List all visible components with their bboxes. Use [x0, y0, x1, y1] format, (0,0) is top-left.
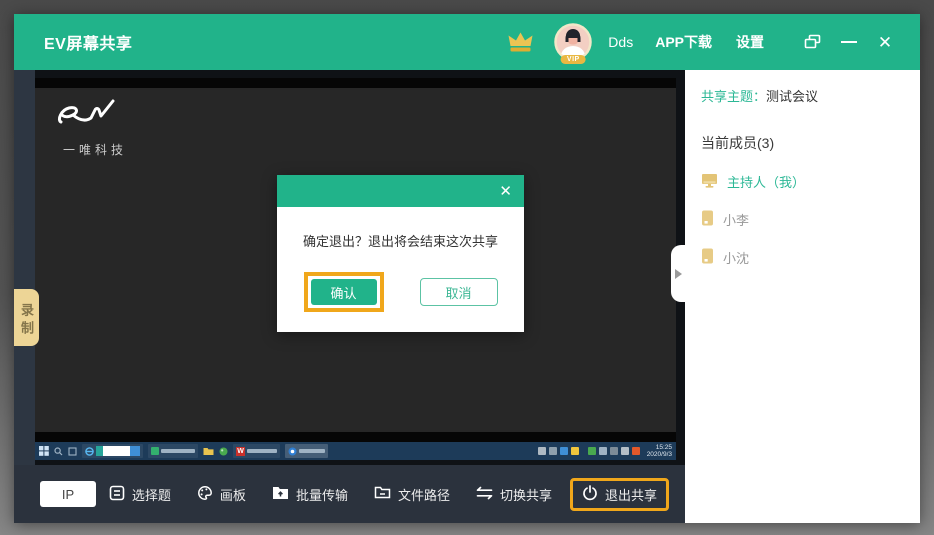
chevron-right-icon — [675, 269, 682, 279]
window-title-bar — [161, 449, 195, 453]
exit-confirm-dialog: ✕ 确定退出？退出将会结束这次共享 确认 取消 — [277, 175, 524, 332]
switch-share-icon — [476, 486, 493, 503]
user-avatar[interactable]: VIP — [554, 23, 592, 61]
share-topic-label: 共享主题： — [701, 89, 766, 104]
desktop-icon — [701, 173, 718, 191]
task-view-icon — [68, 447, 77, 456]
bottom-toolbar: IP 选择题 画板 — [14, 465, 685, 523]
titlebar-right-group: VIP Dds APP下载 设置 ✕ — [507, 23, 896, 61]
tray-icon — [610, 447, 618, 455]
member-row: 小沈 — [701, 248, 908, 267]
tray-icon — [632, 447, 640, 455]
quiz-icon — [109, 485, 125, 504]
wps-icon: W — [236, 447, 245, 456]
member-sidebar: 共享主题：测试会议 当前成员(3) 主持人（我） 小李 — [685, 70, 920, 523]
taskbar-wps-item: W — [233, 444, 280, 458]
taskbar-search-box — [96, 446, 140, 456]
dialog-message: 确定退出？退出将会结束这次共享 — [277, 231, 524, 250]
member-name: 小沈 — [723, 248, 749, 267]
username-label[interactable]: Dds — [608, 34, 633, 50]
title-bar: EV屏幕共享 — [14, 14, 920, 70]
tray-icon — [571, 447, 579, 455]
mobile-icon — [701, 248, 714, 267]
cancel-button[interactable]: 取消 — [420, 278, 498, 306]
windows-start-icon — [39, 446, 49, 456]
dialog-body: 确定退出？退出将会结束这次共享 确认 取消 — [277, 207, 524, 332]
ev-logo: 一唯科技 — [55, 96, 131, 158]
tray-icon — [560, 447, 568, 455]
member-name: 小李 — [723, 210, 749, 229]
tray-icon — [621, 447, 629, 455]
power-icon — [582, 485, 598, 504]
main-area: 一唯科技 — [14, 70, 685, 523]
ev-app-icon — [151, 447, 159, 455]
share-topic-row: 共享主题：测试会议 — [701, 86, 908, 105]
record-tab[interactable]: 录制 — [14, 289, 39, 346]
left-edge-strip — [14, 70, 35, 465]
taskbar-active-item — [285, 444, 328, 458]
system-tray: 15:25 2020/9/3 — [538, 444, 672, 458]
close-window-button[interactable]: ✕ — [874, 31, 896, 53]
tool-exit-share[interactable]: 退出共享 — [570, 478, 669, 511]
tool-batch-transfer[interactable]: 批量传输 — [264, 481, 356, 508]
confirm-button[interactable]: 确认 — [311, 279, 377, 305]
file-path-icon — [374, 485, 391, 503]
vip-badge: VIP — [561, 55, 586, 64]
restore-window-button[interactable] — [802, 31, 824, 53]
member-row: 小李 — [701, 210, 908, 229]
file-explorer-icon — [203, 447, 214, 456]
dialog-header: ✕ — [277, 175, 524, 207]
taskbar-ev-app-item — [148, 444, 198, 458]
close-icon: ✕ — [878, 34, 892, 51]
window-title-bar — [299, 449, 325, 453]
tool-file-path[interactable]: 文件路径 — [366, 481, 458, 508]
members-header: 当前成员(3) — [701, 133, 908, 153]
tool-whiteboard[interactable]: 画板 — [189, 481, 254, 508]
confirm-highlight-box: 确认 — [304, 272, 384, 312]
minimize-button[interactable] — [838, 31, 860, 53]
tool-switch-share[interactable]: 切换共享 — [468, 481, 560, 508]
taskbar-clock: 15:25 2020/9/3 — [647, 444, 672, 458]
sidebar-collapse-handle[interactable] — [671, 245, 685, 302]
palette-icon — [197, 485, 213, 504]
ev-logo-subtitle: 一唯科技 — [63, 141, 131, 158]
tray-icon — [599, 447, 607, 455]
tool-quiz[interactable]: 选择题 — [101, 481, 179, 508]
settings-link[interactable]: 设置 — [736, 32, 764, 52]
ip-button[interactable]: IP — [40, 481, 96, 507]
batch-transfer-icon — [272, 485, 289, 503]
taskbar-search-icon — [54, 447, 63, 456]
app-download-link[interactable]: APP下载 — [655, 32, 712, 52]
window-title-bar — [247, 449, 277, 453]
share-content-area: 一唯科技 — [14, 70, 685, 465]
mobile-icon — [701, 210, 714, 229]
dialog-close-icon[interactable]: ✕ — [499, 184, 512, 199]
tray-icon — [588, 447, 596, 455]
app-title: EV屏幕共享 — [44, 30, 132, 54]
tray-icon — [549, 447, 557, 455]
tray-icon — [538, 447, 546, 455]
dialog-buttons: 确认 取消 — [277, 272, 524, 312]
toolbar-tools: 选择题 画板 批量传输 — [101, 478, 669, 511]
vip-crown-icon[interactable] — [507, 31, 534, 53]
member-row-host: 主持人（我） — [701, 172, 908, 191]
member-name: 主持人（我） — [727, 172, 805, 191]
app-window: EV屏幕共享 — [14, 14, 920, 523]
taskbar-ie-item — [82, 444, 143, 458]
taskbar-green-icon — [219, 447, 228, 456]
preview-windows-taskbar: W — [35, 442, 676, 460]
desktop-background: EV屏幕共享 — [0, 0, 934, 535]
share-topic-value: 测试会议 — [766, 89, 818, 104]
minimize-icon — [841, 41, 857, 43]
